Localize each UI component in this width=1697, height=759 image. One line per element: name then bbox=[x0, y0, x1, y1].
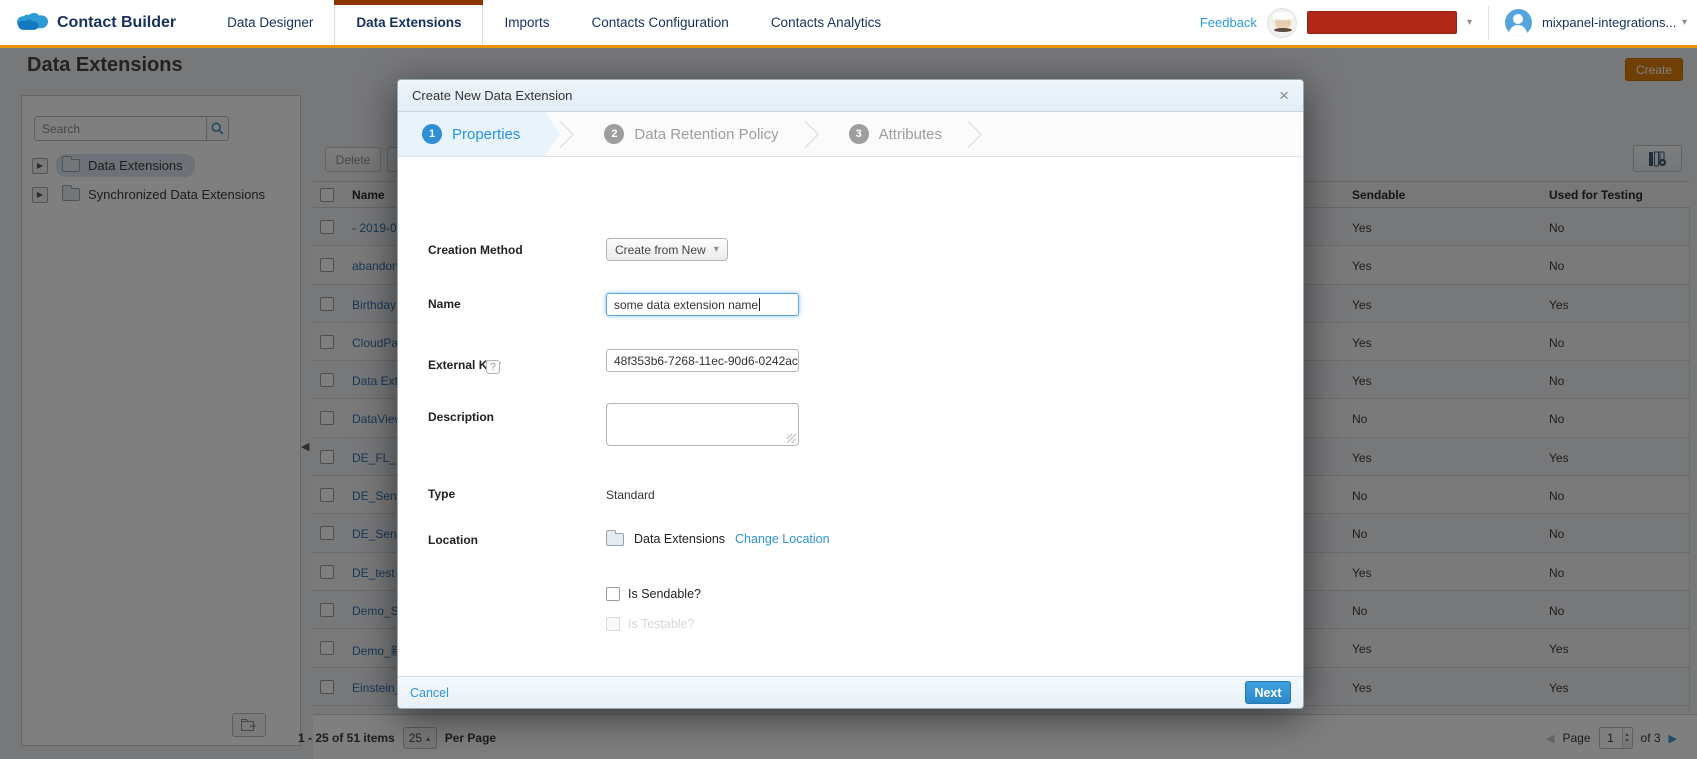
nav-item-data-designer[interactable]: Data Designer bbox=[206, 0, 334, 45]
salesforce-cloud-icon bbox=[16, 12, 48, 34]
location-label: Location bbox=[428, 533, 478, 547]
user-avatar-icon[interactable] bbox=[1505, 9, 1532, 36]
step-chevron-divider bbox=[560, 112, 580, 156]
is-sendable-checkbox[interactable] bbox=[606, 587, 620, 601]
description-label: Description bbox=[428, 410, 494, 424]
name-input[interactable]: some data extension name bbox=[606, 293, 799, 316]
description-textarea[interactable] bbox=[606, 403, 799, 446]
is-testable-row: Is Testable? bbox=[606, 617, 694, 631]
nav-item-contacts-analytics[interactable]: Contacts Analytics bbox=[750, 0, 902, 45]
step-properties[interactable]: 1 Properties bbox=[398, 112, 560, 156]
step-chevron-divider bbox=[805, 112, 825, 156]
step-number: 2 bbox=[604, 124, 624, 144]
is-sendable-label: Is Sendable? bbox=[628, 587, 701, 601]
type-value: Standard bbox=[606, 488, 655, 502]
location-row: Data Extensions Change Location bbox=[606, 532, 830, 546]
nav-item-imports[interactable]: Imports bbox=[483, 0, 570, 45]
close-icon[interactable]: × bbox=[1279, 87, 1289, 104]
redacted-account-block bbox=[1307, 11, 1457, 34]
app-brand[interactable]: Contact Builder bbox=[0, 0, 206, 45]
cancel-button[interactable]: Cancel bbox=[410, 686, 449, 700]
main-nav: Data Designer Data Extensions Imports Co… bbox=[206, 0, 902, 45]
name-input-value: some data extension name bbox=[614, 298, 758, 312]
change-location-link[interactable]: Change Location bbox=[735, 532, 830, 546]
next-button[interactable]: Next bbox=[1245, 681, 1291, 704]
is-testable-checkbox bbox=[606, 617, 620, 631]
nav-divider bbox=[1488, 6, 1489, 40]
chevron-down-icon: ▾ bbox=[714, 244, 719, 255]
einstein-avatar-icon[interactable] bbox=[1267, 8, 1297, 38]
is-sendable-row: Is Sendable? bbox=[606, 587, 701, 601]
screen: Contact Builder Data Designer Data Exten… bbox=[0, 0, 1697, 759]
wizard-steps: 1 Properties 2 Data Retention Policy 3 A… bbox=[398, 112, 1303, 157]
account-chevron-down-icon[interactable]: ▾ bbox=[1682, 17, 1687, 28]
location-value: Data Extensions bbox=[634, 532, 725, 546]
creation-method-dropdown[interactable]: Create from New ▾ bbox=[606, 238, 728, 261]
folder-icon bbox=[606, 533, 624, 546]
step-number: 1 bbox=[422, 124, 442, 144]
step-label: Attributes bbox=[879, 126, 942, 143]
external-key-input[interactable]: 48f353b6-7268-11ec-90d6-0242ac1200 bbox=[606, 349, 799, 372]
text-cursor bbox=[759, 298, 760, 311]
step-label: Data Retention Policy bbox=[634, 126, 778, 143]
type-label: Type bbox=[428, 487, 455, 501]
step-chevron-divider bbox=[968, 112, 988, 156]
step-attributes[interactable]: 3 Attributes bbox=[825, 112, 968, 156]
is-testable-label: Is Testable? bbox=[628, 617, 694, 631]
help-icon[interactable]: ? bbox=[486, 360, 500, 374]
external-key-value: 48f353b6-7268-11ec-90d6-0242ac1200 bbox=[614, 354, 799, 368]
chevron-down-icon[interactable]: ▾ bbox=[1467, 17, 1472, 28]
top-nav: Contact Builder Data Designer Data Exten… bbox=[0, 0, 1697, 48]
modal-footer: Cancel Next bbox=[398, 676, 1303, 708]
nav-item-data-extensions[interactable]: Data Extensions bbox=[334, 0, 483, 45]
creation-method-value: Create from New bbox=[615, 243, 706, 257]
nav-item-contacts-configuration[interactable]: Contacts Configuration bbox=[570, 0, 749, 45]
account-name: mixpanel-integrations... bbox=[1542, 15, 1672, 30]
modal-body: Creation Method Create from New ▾ Name s… bbox=[398, 157, 1303, 676]
modal-header: Create New Data Extension × bbox=[398, 80, 1303, 112]
app-title: Contact Builder bbox=[57, 14, 176, 32]
create-data-extension-modal: Create New Data Extension × 1 Properties… bbox=[397, 79, 1304, 709]
step-data-retention-policy[interactable]: 2 Data Retention Policy bbox=[580, 112, 804, 156]
feedback-link[interactable]: Feedback bbox=[1200, 15, 1257, 30]
step-label: Properties bbox=[452, 126, 520, 143]
modal-title: Create New Data Extension bbox=[412, 88, 572, 103]
name-label: Name bbox=[428, 297, 461, 311]
step-number: 3 bbox=[849, 124, 869, 144]
nav-right: Feedback ▾ mixpanel-integrations... ▾ bbox=[1200, 0, 1697, 45]
creation-method-label: Creation Method bbox=[428, 243, 523, 257]
